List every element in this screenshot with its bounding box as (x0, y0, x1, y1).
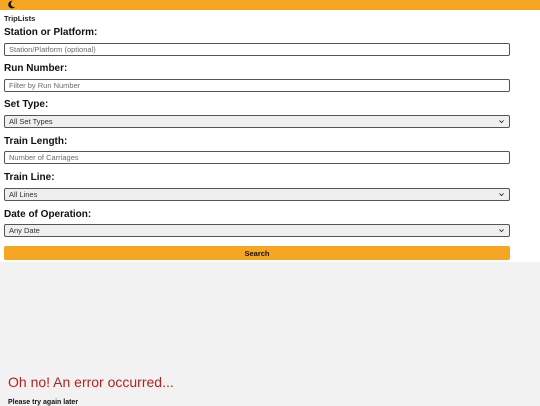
set-type-selected: All Set Types (9, 117, 53, 126)
date-label: Date of Operation: (4, 209, 92, 220)
station-label: Station or Platform: (4, 27, 98, 38)
run-number-input[interactable] (4, 79, 510, 92)
set-type-select[interactable]: All Set Types (4, 115, 510, 128)
date-select[interactable]: Any Date (4, 224, 510, 237)
chevron-down-icon (499, 120, 504, 124)
train-line-label: Train Line: (4, 172, 55, 183)
search-button[interactable]: Search (4, 246, 510, 260)
moon-icon[interactable] (7, 0, 16, 9)
top-bar (0, 0, 540, 10)
train-length-input[interactable] (4, 151, 510, 164)
error-title: Oh no! An error occurred... (8, 374, 174, 390)
run-number-label: Run Number: (4, 63, 68, 74)
set-type-label: Set Type: (4, 99, 49, 110)
app-title: TripLists (4, 14, 36, 23)
chevron-down-icon (499, 229, 504, 233)
train-line-selected: All Lines (9, 190, 38, 199)
train-line-select[interactable]: All Lines (4, 188, 510, 201)
station-input[interactable] (4, 43, 510, 56)
date-selected: Any Date (9, 226, 40, 235)
train-length-label: Train Length: (4, 136, 68, 147)
chevron-down-icon (499, 193, 504, 197)
